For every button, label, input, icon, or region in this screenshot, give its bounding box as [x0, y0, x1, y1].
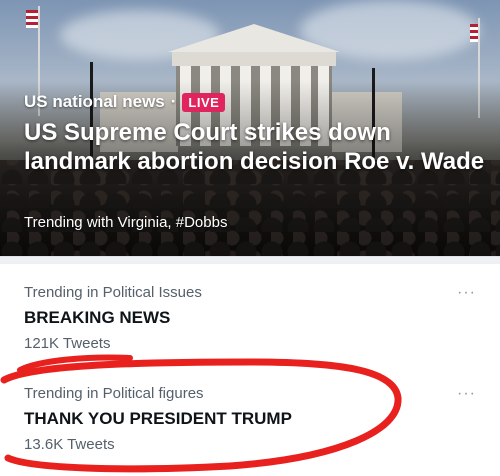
news-meta: US national news · LIVE	[24, 92, 226, 112]
trend-context: Trending in Political figures	[24, 385, 204, 402]
news-category: US national news	[24, 92, 165, 111]
more-options-icon[interactable]: ···	[457, 284, 476, 302]
section-divider	[0, 256, 500, 264]
trend-context: Trending in Political Issues	[24, 284, 202, 301]
flag	[470, 24, 478, 42]
trend-title: BREAKING NEWS	[24, 308, 171, 327]
more-options-icon[interactable]: ···	[457, 385, 476, 403]
news-trending-with: Trending with Virginia, #Dobbs	[24, 214, 228, 231]
live-badge: LIVE	[182, 92, 226, 112]
trend-item[interactable]: Trending in Political figures THANK YOU …	[24, 385, 476, 453]
flag	[26, 10, 38, 28]
building-entablature	[172, 52, 336, 66]
building-pediment	[168, 24, 340, 52]
hero-news-card[interactable]: US national news · LIVE US Supreme Court…	[0, 0, 500, 256]
news-headline[interactable]: US Supreme Court strikes down landmark a…	[24, 118, 486, 176]
trend-tweet-count: 13.6K Tweets	[24, 436, 115, 453]
meta-separator: ·	[170, 92, 177, 111]
trend-title: THANK YOU PRESIDENT TRUMP	[24, 409, 292, 428]
trend-tweet-count: 121K Tweets	[24, 335, 111, 352]
trend-item[interactable]: Trending in Political Issues BREAKING NE…	[24, 284, 476, 352]
